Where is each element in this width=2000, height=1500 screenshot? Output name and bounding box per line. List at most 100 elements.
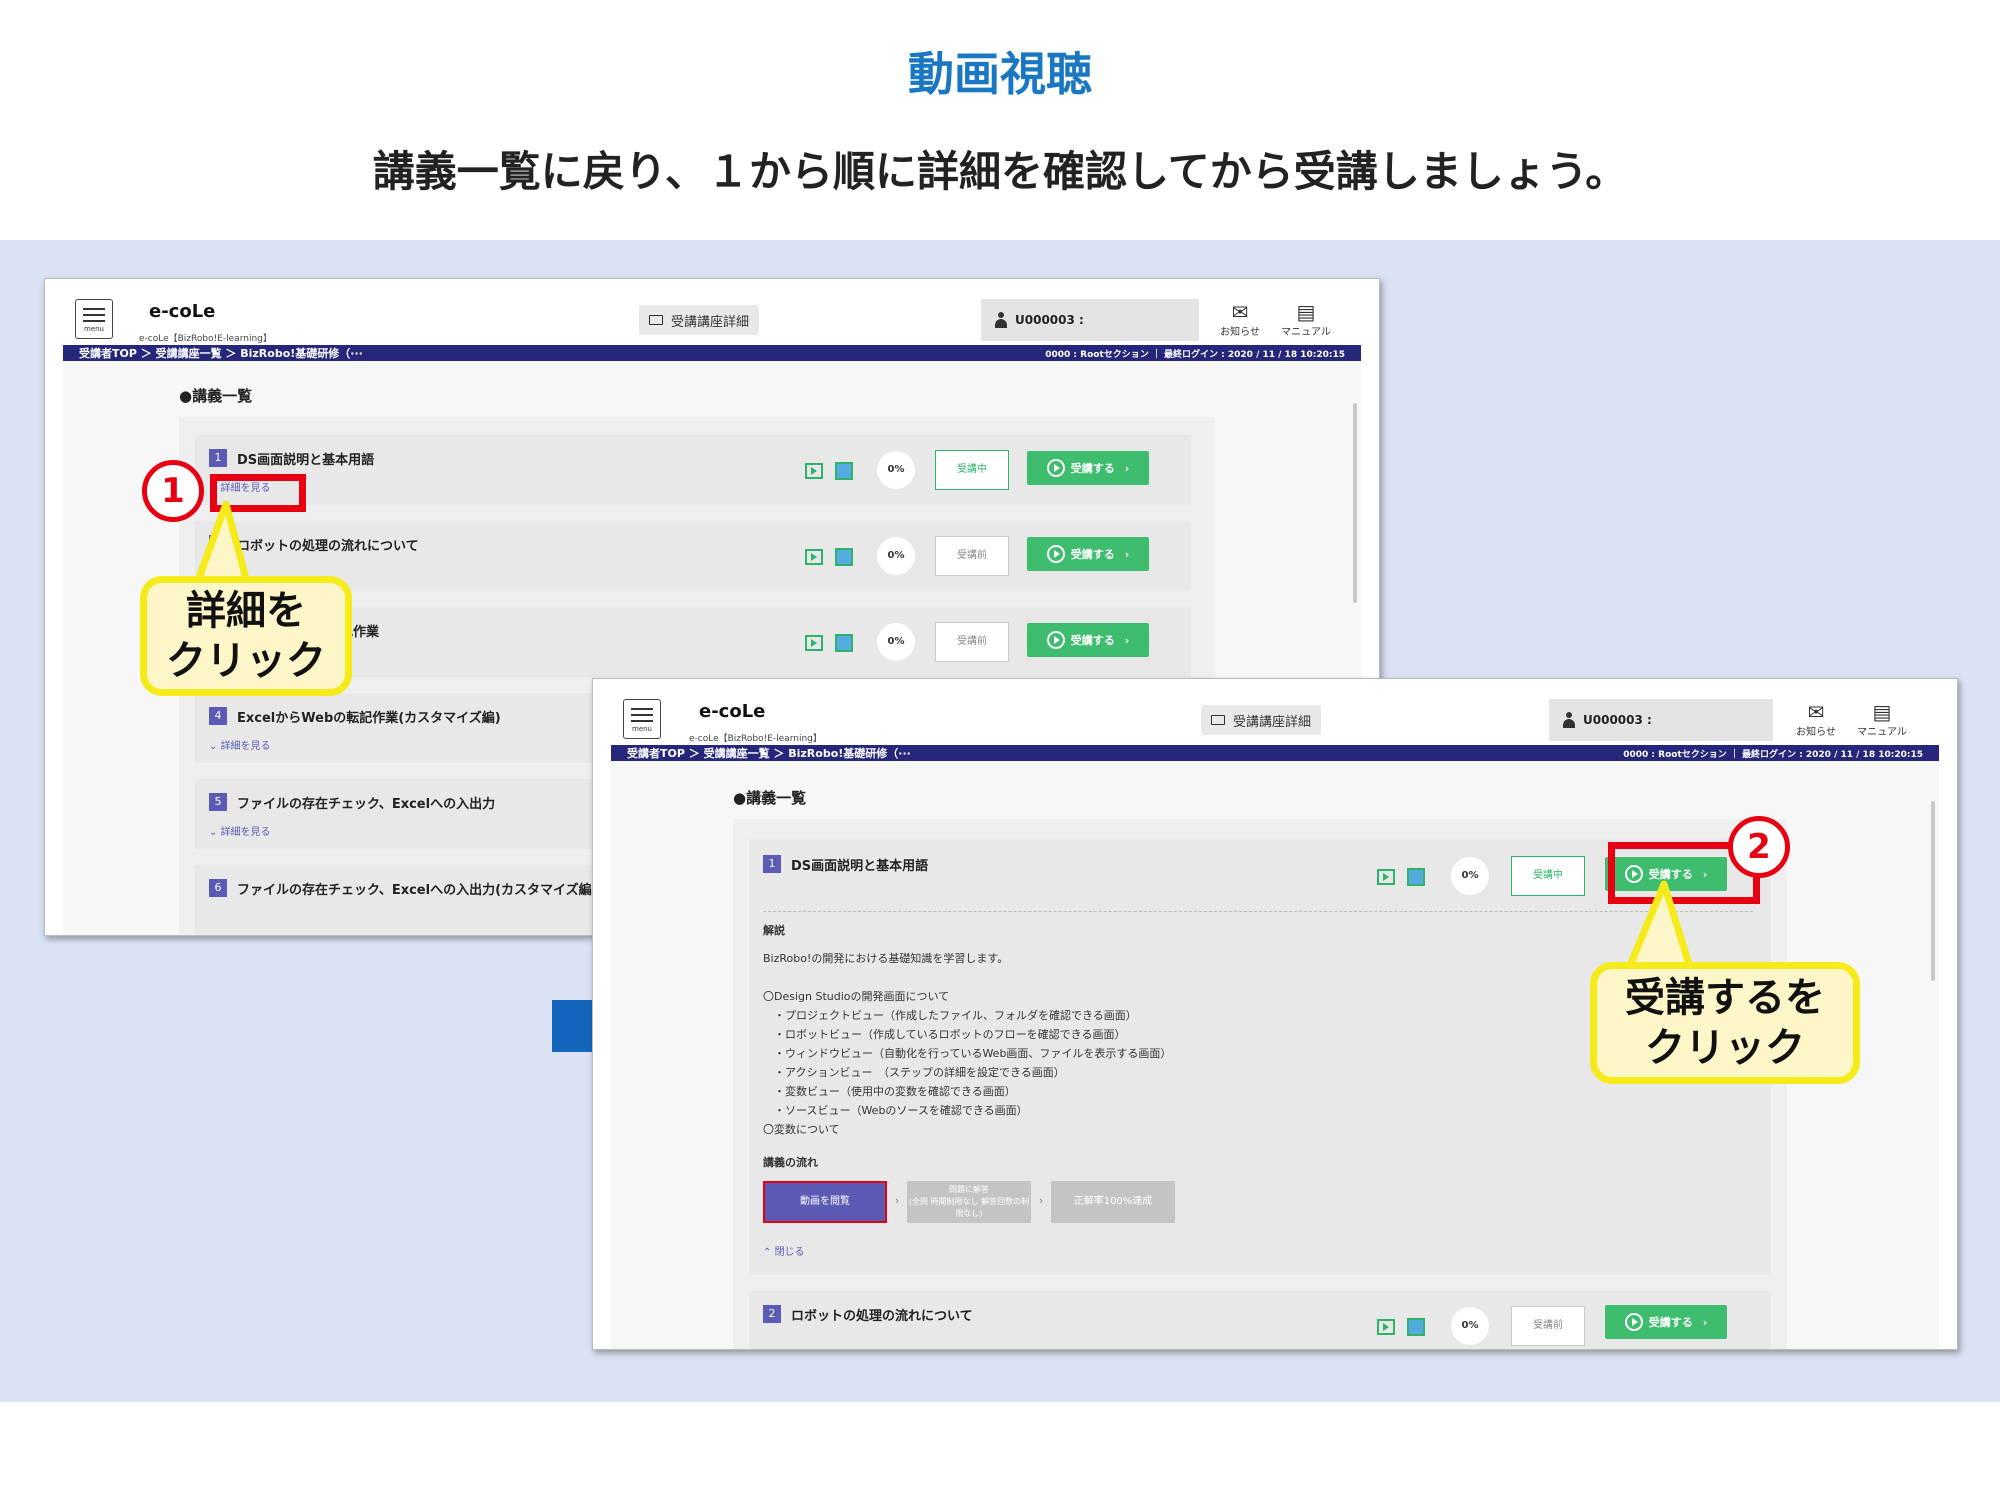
lecture-title: ファイルの存在チェック、Excelへの入出力 [237,797,496,812]
breadcrumb-bar: 受講者TOP ＞ 受講講座一覧 ＞ BizRobo!基礎研修（··· 0000 … [63,345,1361,361]
lecture-number: 1 [763,855,781,873]
show-details-link[interactable]: ⌄ 詳細を見る [209,737,271,752]
menu-button[interactable]: menu [75,299,113,339]
video-icon[interactable] [1377,1319,1395,1335]
progress-percent: 0% [877,451,915,489]
attend-label: 受講する [1070,634,1115,647]
page-subtitle: 講義一覧に戻り、１から順に詳細を確認してから受講しましょう。 [372,147,1628,196]
manual-button[interactable]: ▤ マニュアル [1281,301,1331,338]
detail-intro: BizRobo!の開発における基礎知識を学習します。 [763,952,1009,965]
notice-button[interactable]: ✉ お知らせ [1215,301,1265,338]
video-icon[interactable] [1377,869,1395,885]
menu-bar [631,719,653,722]
tab-label: 受講講座詳細 [671,314,750,330]
manual-button[interactable]: ▤ マニュアル [1857,701,1907,738]
chevron-right-icon: › [1124,633,1130,647]
envelope-icon: ✉ [1231,300,1249,324]
callout-click-details: 詳細を クリック [140,576,352,696]
progress-percent: 0% [1451,857,1489,895]
document-icon[interactable] [1407,1318,1425,1336]
status-badge: 受講前 [935,622,1009,662]
monitor-icon [649,315,663,325]
breadcrumb[interactable]: 受講者TOP ＞ 受講講座一覧 ＞ BizRobo!基礎研修（··· [627,745,911,761]
lecture-row: 1 DS画面説明と基本用語 ⌄ 詳細を見る 0% 受講中 受講する › [195,435,1191,505]
status-badge: 受講中 [935,450,1009,490]
logo-subtitle: e-coLe【BizRobo!E-learning】 [689,734,822,744]
chevron-right-icon: › [1702,1315,1708,1329]
user-id: U000003 : [1583,713,1652,727]
notice-label: お知らせ [1796,727,1836,738]
callout-click-attend: 受講するを クリック [1590,962,1860,1084]
page-title: 動画視聴 [908,47,1092,101]
play-icon [1624,1313,1643,1331]
tab-label: 受講講座詳細 [1233,714,1312,730]
attend-label: 受講する [1070,548,1115,561]
detail-line: ・アクションビュー （ステップの詳細を設定できる画面） [763,1066,1065,1079]
attend-button[interactable]: 受講する › [1027,537,1149,571]
lecture-number: 6 [209,879,227,897]
menu-bar [83,313,105,316]
user-id: U000003 : [1015,313,1084,327]
close-details-link[interactable]: ⌃ 閉じる [763,1243,805,1258]
play-icon [1046,459,1065,477]
document-icon[interactable] [835,634,853,652]
section-title: ●講義一覧 [179,387,253,405]
lecture-title: DS画面説明と基本用語 [791,859,929,874]
progress-percent: 0% [1451,1307,1489,1345]
status-badge: 受講前 [1511,1306,1585,1346]
envelope-icon: ✉ [1807,700,1825,724]
user-box[interactable]: U000003 : [1549,699,1773,741]
menu-bar [83,307,105,310]
user-icon [995,312,1007,328]
detail-line: 〇変数について [763,1123,840,1136]
logo[interactable]: e-coLe [149,301,215,322]
lecture-title: ロボットの処理の流れについて [791,1309,973,1324]
attend-label: 受講する [1070,462,1115,475]
monitor-icon [1211,715,1225,725]
document-icon[interactable] [835,548,853,566]
document-icon[interactable] [835,462,853,480]
video-icon[interactable] [805,635,823,651]
menu-label: menu [632,724,652,733]
flow-step-watch-video[interactable]: 動画を閲覧 [763,1181,887,1223]
attend-label: 受講する [1648,1316,1693,1329]
breadcrumb-bar: 受講者TOP ＞ 受講講座一覧 ＞ BizRobo!基礎研修（··· 0000 … [611,745,1939,761]
document-icon[interactable] [1407,868,1425,886]
user-box[interactable]: U000003 : [981,299,1199,341]
show-details-label: 詳細を見る [220,741,271,752]
lecture-number: 1 [209,449,227,467]
notice-label: お知らせ [1220,327,1260,338]
lecture-number: 2 [763,1305,781,1323]
scrollbar[interactable] [1353,403,1357,603]
notice-button[interactable]: ✉ お知らせ [1791,701,1841,738]
logo[interactable]: e-coLe [699,701,765,722]
lecture-title: ExcelからWebの転記作業(カスタマイズ編) [237,711,501,726]
manual-label: マニュアル [1281,327,1331,338]
scrollbar[interactable] [1931,801,1935,981]
progress-percent: 0% [877,623,915,661]
callout-1-line-2: クリック [166,638,326,684]
attend-button[interactable]: 受講する › [1027,451,1149,485]
show-details-link[interactable]: ⌄ 詳細を見る [209,823,271,838]
app-header: menu e-coLe e-coLe【BizRobo!E-learning】 受… [593,679,1957,745]
manual-label: マニュアル [1857,727,1907,738]
status-badge: 受講中 [1511,856,1585,896]
tab-course-detail[interactable]: 受講講座詳細 [1201,705,1322,735]
chevron-right-icon: › [1124,547,1130,561]
video-icon[interactable] [805,549,823,565]
lecture-number: 4 [209,707,227,725]
attend-button[interactable]: 受講する › [1027,623,1149,657]
attend-button[interactable]: 受講する › [1605,1305,1727,1339]
menu-button[interactable]: menu [623,699,661,739]
breadcrumb[interactable]: 受講者TOP ＞ 受講講座一覧 ＞ BizRobo!基礎研修（··· [79,345,363,361]
video-icon[interactable] [805,463,823,479]
book-icon: ▤ [1872,700,1892,724]
menu-label: menu [84,324,104,333]
flow-chevron-icon: › [1039,1194,1044,1207]
flow-heading: 講義の流れ [763,1156,818,1169]
tab-course-detail[interactable]: 受講講座詳細 [639,305,760,335]
detail-line: ・ロボットビュー（作成しているロボットのフローを確認できる画面） [763,1028,1126,1041]
detail-line: 〇Design Studioの開発画面について [763,990,950,1003]
menu-bar [631,713,653,716]
play-icon [1046,545,1065,563]
